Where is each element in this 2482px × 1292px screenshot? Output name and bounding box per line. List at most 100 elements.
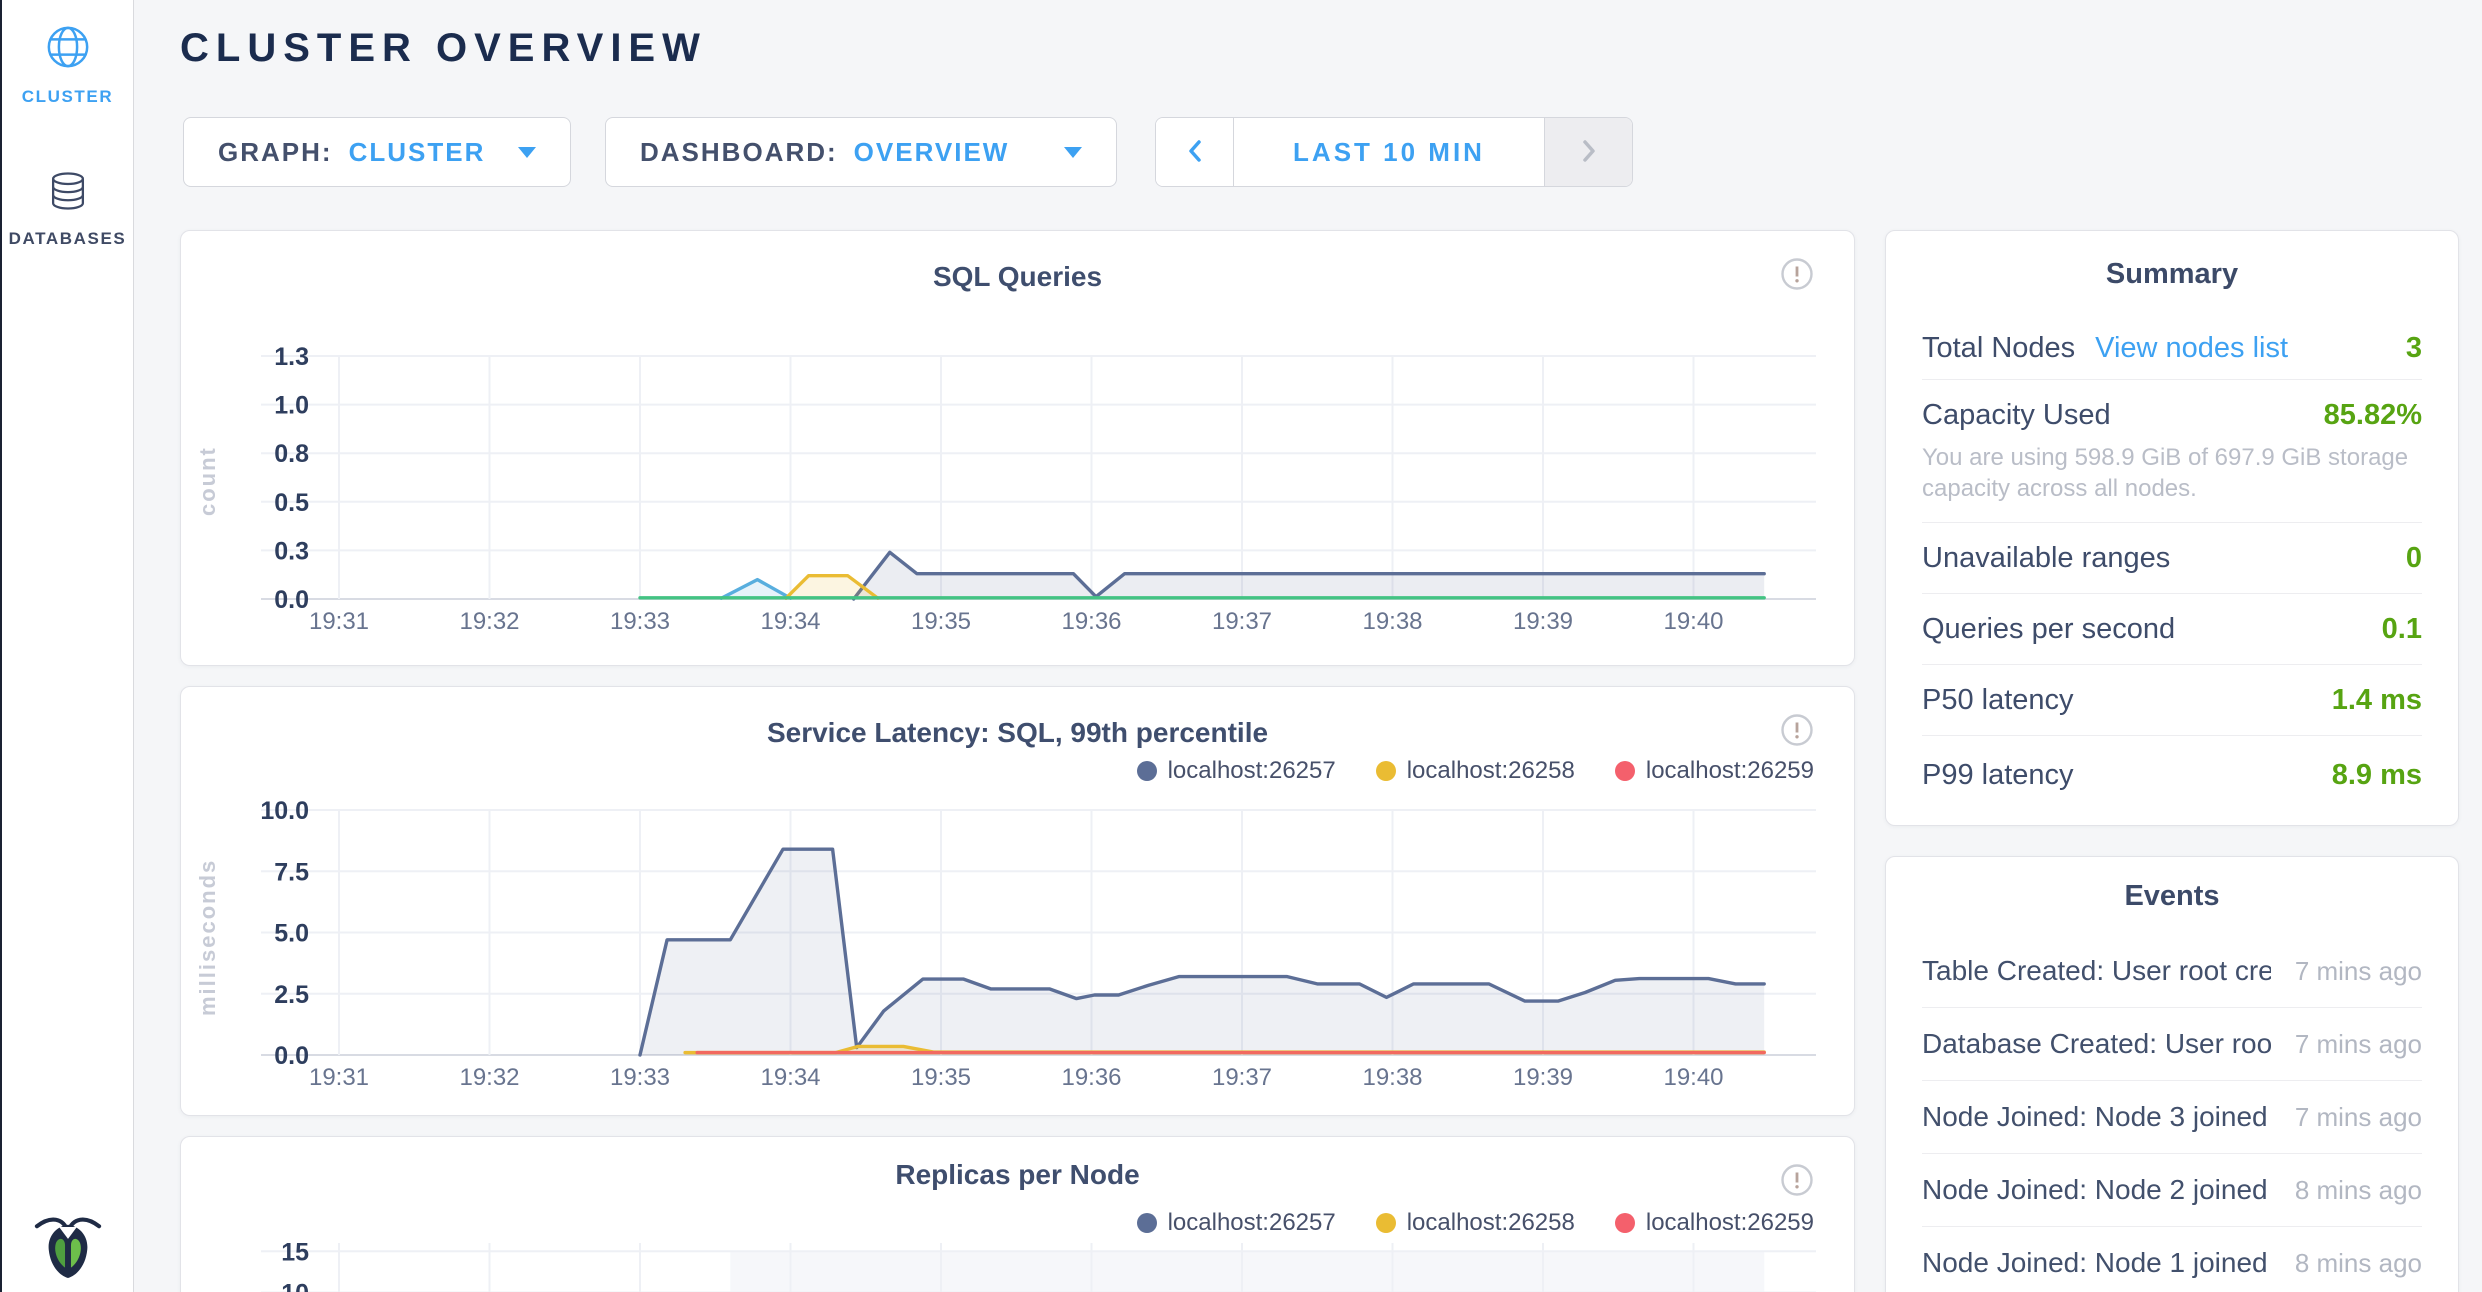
event-row: Table Created: User root cre…7 mins ago: [1922, 935, 2422, 1008]
events-panel: Events Table Created: User root cre…7 mi…: [1885, 856, 2459, 1292]
dashboard-dropdown-label: DASHBOARD:: [640, 137, 838, 168]
sql-queries-plot[interactable]: 0.0 0.3 0.5 0.8 1.0 1.3 19:31 19:32 19:33 19:34 19…: [181, 231, 1856, 667]
service-latency-chart-card: Service Latency: SQL, 99th percentile lo…: [180, 686, 1855, 1116]
summary-panel: Summary Total NodesView nodes list3Capac…: [1885, 230, 2459, 826]
event-row: Node Joined: Node 1 joined…8 mins ago: [1922, 1227, 2422, 1292]
y-axis-label: count: [195, 361, 221, 601]
summary-row: P99 latency 8.9 ms: [1922, 736, 2422, 814]
y-tick-label: 0.0: [274, 1042, 309, 1070]
globe-icon: [45, 24, 91, 75]
summary-row-top: Total NodesView nodes list3: [1922, 332, 2422, 365]
x-tick-label: 19:32: [459, 1064, 519, 1091]
x-tick-label: 19:32: [459, 608, 519, 635]
x-tick-label: 19:34: [760, 1064, 820, 1091]
graph-dropdown-value: CLUSTER: [349, 137, 486, 168]
x-tick-label: 19:37: [1212, 1064, 1272, 1091]
y-tick-label: 0.0: [274, 586, 309, 614]
summary-value: 85.82%: [2324, 399, 2422, 432]
graph-dropdown-label: GRAPH:: [218, 137, 333, 168]
summary-label: Total Nodes: [1922, 332, 2075, 365]
summary-rows: Total NodesView nodes list3Capacity Used…: [1886, 317, 2458, 814]
x-tick-label: 19:36: [1061, 608, 1121, 635]
view-nodes-list-link[interactable]: View nodes list: [2095, 332, 2288, 365]
summary-value: 0: [2406, 542, 2422, 575]
y-tick-label: 10: [281, 1280, 309, 1292]
window-edge: [0, 0, 2, 1292]
summary-row: Queries per second 0.1: [1922, 594, 2422, 665]
event-time: 7 mins ago: [2271, 1029, 2422, 1060]
x-tick-label: 19:35: [911, 1064, 971, 1091]
summary-row: Total NodesView nodes list3: [1922, 317, 2422, 380]
series-area-localhost:26257: [640, 849, 1764, 1055]
summary-subtext: You are using 598.9 GiB of 697.9 GiB sto…: [1922, 442, 2422, 504]
y-tick-label: 1.3: [274, 343, 309, 371]
summary-label: P50 latency: [1922, 684, 2074, 717]
sql-queries-chart-card: SQL Queries 0.00.30.50.81.01.319:3119:32…: [180, 230, 1855, 666]
summary-row-top: P99 latency 8.9 ms: [1922, 759, 2422, 792]
y-tick-label: 0.5: [274, 489, 309, 517]
x-tick-label: 19:39: [1513, 608, 1573, 635]
y-tick-label: 0.3: [274, 537, 309, 565]
x-tick-label: 19:40: [1663, 608, 1723, 635]
time-range-label: LAST 10 MIN: [1293, 137, 1485, 168]
event-row: Node Joined: Node 2 joined…8 mins ago: [1922, 1154, 2422, 1227]
sidebar-item-cluster[interactable]: CLUSTER: [2, 24, 133, 107]
summary-row-top: Unavailable ranges0: [1922, 542, 2422, 575]
x-tick-label: 19:39: [1513, 1064, 1573, 1091]
summary-label: Queries per second: [1922, 613, 2175, 646]
x-tick-label: 19:38: [1362, 608, 1422, 635]
time-range-value[interactable]: LAST 10 MIN: [1234, 118, 1544, 186]
x-tick-label: 19:35: [911, 608, 971, 635]
summary-row-top: Queries per second 0.1: [1922, 613, 2422, 646]
x-tick-label: 19:31: [309, 1064, 369, 1091]
dashboard-dropdown[interactable]: DASHBOARD: OVERVIEW: [605, 117, 1117, 187]
y-tick-label: 1.0: [274, 392, 309, 420]
summary-row-top: Capacity Used85.82%: [1922, 399, 2422, 432]
summary-value: 0.1: [2382, 613, 2422, 646]
chevron-left-icon: [1184, 136, 1206, 169]
x-tick-label: 19:33: [610, 608, 670, 635]
chevron-down-icon: [1064, 147, 1082, 158]
event-time: 7 mins ago: [2271, 1102, 2422, 1133]
summary-row: Capacity Used85.82% You are using 598.9 G…: [1922, 380, 2422, 523]
time-range-prev-button[interactable]: [1156, 118, 1234, 186]
replicas-per-node-chart-card: Replicas per Node localhost:26257localho…: [180, 1136, 1855, 1292]
dashboard-dropdown-value: OVERVIEW: [854, 137, 1010, 168]
series-area-navy: [854, 552, 1764, 599]
event-time: 8 mins ago: [2271, 1248, 2422, 1279]
y-tick-label: 7.5: [274, 858, 309, 886]
sidebar: CLUSTER DATABASES: [2, 0, 134, 1292]
summary-label: P99 latency: [1922, 759, 2074, 792]
event-text: Node Joined: Node 2 joined…: [1922, 1174, 2271, 1206]
event-text: Node Joined: Node 3 joined…: [1922, 1101, 2271, 1133]
x-tick-label: 19:33: [610, 1064, 670, 1091]
x-tick-label: 19:36: [1061, 1064, 1121, 1091]
x-tick-label: 19:34: [760, 608, 820, 635]
sidebar-item-label: CLUSTER: [22, 87, 113, 107]
summary-row: P50 latency 1.4 ms: [1922, 665, 2422, 736]
y-tick-label: 5.0: [274, 920, 309, 948]
summary-title: Summary: [1886, 231, 2458, 317]
time-range-next-button[interactable]: [1544, 118, 1632, 186]
cockroachdb-admin-ui: CLUSTER DATABASES CLUSTER: [0, 0, 2482, 1292]
y-tick-label: 0.8: [274, 440, 309, 468]
time-range-selector: LAST 10 MIN: [1155, 117, 1633, 187]
event-time: 7 mins ago: [2271, 956, 2422, 987]
summary-value: 1.4 ms: [2332, 684, 2422, 717]
replicas-per-node-plot[interactable]: 1510: [181, 1137, 1856, 1292]
event-text: Table Created: User root cre…: [1922, 955, 2271, 987]
database-icon: [47, 170, 89, 217]
y-axis-label: milliseconds: [195, 817, 221, 1057]
sidebar-item-databases[interactable]: DATABASES: [2, 170, 133, 249]
summary-row: Unavailable ranges0: [1922, 523, 2422, 594]
chevron-down-icon: [518, 147, 536, 158]
summary-value: 8.9 ms: [2332, 759, 2422, 792]
cockroachdb-logo[interactable]: [31, 1207, 105, 1286]
x-tick-label: 19:31: [309, 608, 369, 635]
event-text: Node Joined: Node 1 joined…: [1922, 1247, 2271, 1279]
page-title: CLUSTER OVERVIEW: [180, 26, 707, 71]
events-list: Table Created: User root cre…7 mins agoD…: [1886, 935, 2458, 1292]
service-latency-plot[interactable]: 0.02.55.07.510.019:3119:3219:3319:3419:3…: [181, 687, 1856, 1117]
area-wash: [730, 1251, 1764, 1292]
graph-dropdown[interactable]: GRAPH: CLUSTER: [183, 117, 571, 187]
